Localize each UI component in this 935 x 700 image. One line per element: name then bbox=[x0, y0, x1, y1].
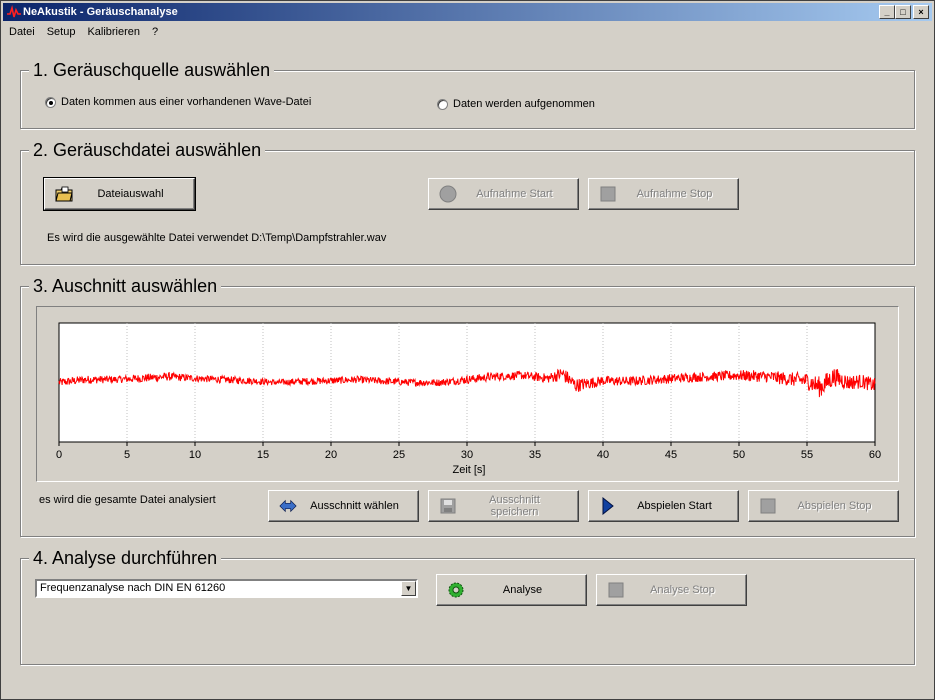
plot-area bbox=[58, 322, 876, 443]
play-stop-label: Abspielen Stop bbox=[797, 500, 872, 512]
analyse-label: Analyse bbox=[502, 584, 543, 596]
x-tick-label: 10 bbox=[189, 449, 201, 461]
record-start-button[interactable]: Aufnahme Start bbox=[428, 178, 579, 210]
x-tick-label: 15 bbox=[257, 449, 269, 461]
x-tick-label: 0 bbox=[56, 449, 62, 461]
select-segment-label: Ausschnitt wählen bbox=[310, 500, 399, 512]
save-segment-button[interactable]: Ausschnitt speichern bbox=[428, 490, 579, 522]
folder-icon bbox=[55, 185, 73, 203]
section-source-title: 1. Geräuschquelle auswählen bbox=[29, 59, 275, 81]
gear-icon bbox=[447, 581, 465, 599]
analyse-stop-button[interactable]: Analyse Stop bbox=[596, 574, 747, 606]
chevron-down-icon[interactable]: ▼ bbox=[401, 581, 416, 596]
menu-kalibrieren[interactable]: Kalibrieren bbox=[81, 23, 146, 41]
waveform-app-icon bbox=[7, 5, 21, 18]
radio-wave-file-label: Daten kommen aus einer vorhandenen Wave-… bbox=[61, 96, 312, 108]
x-tick-label: 20 bbox=[325, 449, 337, 461]
file-select-label: Dateiauswahl bbox=[97, 188, 164, 200]
x-tick-label: 60 bbox=[869, 449, 881, 461]
stop-icon bbox=[759, 497, 777, 515]
section-analysis-title: 4. Analyse durchführen bbox=[29, 547, 222, 569]
play-icon bbox=[599, 497, 617, 515]
analysis-type-select[interactable]: Frequenzanalyse nach DIN EN 61260 ▼ bbox=[35, 579, 418, 598]
maximize-button[interactable]: □ bbox=[895, 5, 911, 19]
play-start-button[interactable]: Abspielen Start bbox=[588, 490, 739, 522]
x-tick-label: 50 bbox=[733, 449, 745, 461]
radio-wave-file[interactable]: Daten kommen aus einer vorhandenen Wave-… bbox=[45, 96, 311, 108]
record-icon bbox=[439, 185, 457, 203]
x-tick-label: 5 bbox=[124, 449, 130, 461]
menu-setup[interactable]: Setup bbox=[41, 23, 82, 41]
record-stop-button[interactable]: Aufnahme Stop bbox=[588, 178, 739, 210]
analyse-button[interactable]: Analyse bbox=[436, 574, 587, 606]
stop-icon bbox=[607, 581, 625, 599]
record-start-label: Aufnahme Start bbox=[476, 188, 553, 200]
play-stop-button[interactable]: Abspielen Stop bbox=[748, 490, 899, 522]
main-window: NeAkustik - Geräuschanalyse _ □ × Datei … bbox=[0, 0, 935, 700]
x-tick-label: 40 bbox=[597, 449, 609, 461]
menu-bar: Datei Setup Kalibrieren ? bbox=[3, 23, 164, 41]
radio-record-dot[interactable] bbox=[437, 98, 448, 110]
x-tick-label: 45 bbox=[665, 449, 677, 461]
stop-icon bbox=[599, 185, 617, 203]
waveform-chart-frame: 0 5 10 15 20 25 30 35 40 45 50 55 60 Zeit [s] bbox=[36, 306, 899, 482]
radio-record[interactable]: Daten werden aufgenommen bbox=[437, 98, 595, 110]
window-title: NeAkustik - Geräuschanalyse bbox=[23, 6, 178, 18]
analyse-stop-label: Analyse Stop bbox=[650, 584, 715, 596]
floppy-disk-icon bbox=[439, 497, 457, 515]
menu-datei[interactable]: Datei bbox=[3, 23, 41, 41]
menu-help[interactable]: ? bbox=[146, 23, 164, 41]
segment-info-text: es wird die gesamte Datei analysiert bbox=[39, 494, 216, 506]
x-tick-label: 30 bbox=[461, 449, 473, 461]
x-tick-label: 35 bbox=[529, 449, 541, 461]
section-segment-title: 3. Auschnitt auswählen bbox=[29, 275, 222, 297]
x-tick-label: 55 bbox=[801, 449, 813, 461]
x-axis-label: Zeit [s] bbox=[452, 464, 485, 476]
double-arrow-icon bbox=[279, 497, 297, 515]
save-segment-label: Ausschnitt speichern bbox=[489, 494, 540, 518]
title-bar[interactable]: NeAkustik - Geräuschanalyse _ □ × bbox=[3, 3, 932, 21]
waveform-chart[interactable]: 0 5 10 15 20 25 30 35 40 45 50 55 60 Zeit [s] bbox=[37, 307, 898, 481]
radio-wave-file-dot[interactable] bbox=[45, 96, 56, 108]
close-button[interactable]: × bbox=[913, 5, 929, 19]
file-status-text: Es wird die ausgewählte Datei verwendet … bbox=[47, 232, 387, 244]
select-segment-button[interactable]: Ausschnitt wählen bbox=[268, 490, 419, 522]
radio-record-label: Daten werden aufgenommen bbox=[453, 98, 595, 110]
minimize-button[interactable]: _ bbox=[879, 5, 895, 19]
file-select-button[interactable]: Dateiauswahl bbox=[43, 177, 196, 211]
x-tick-label: 25 bbox=[393, 449, 405, 461]
record-stop-label: Aufnahme Stop bbox=[636, 188, 713, 200]
play-start-label: Abspielen Start bbox=[637, 500, 712, 512]
analysis-type-value: Frequenzanalyse nach DIN EN 61260 bbox=[40, 582, 226, 594]
section-file-title: 2. Geräuschdatei auswählen bbox=[29, 139, 266, 161]
